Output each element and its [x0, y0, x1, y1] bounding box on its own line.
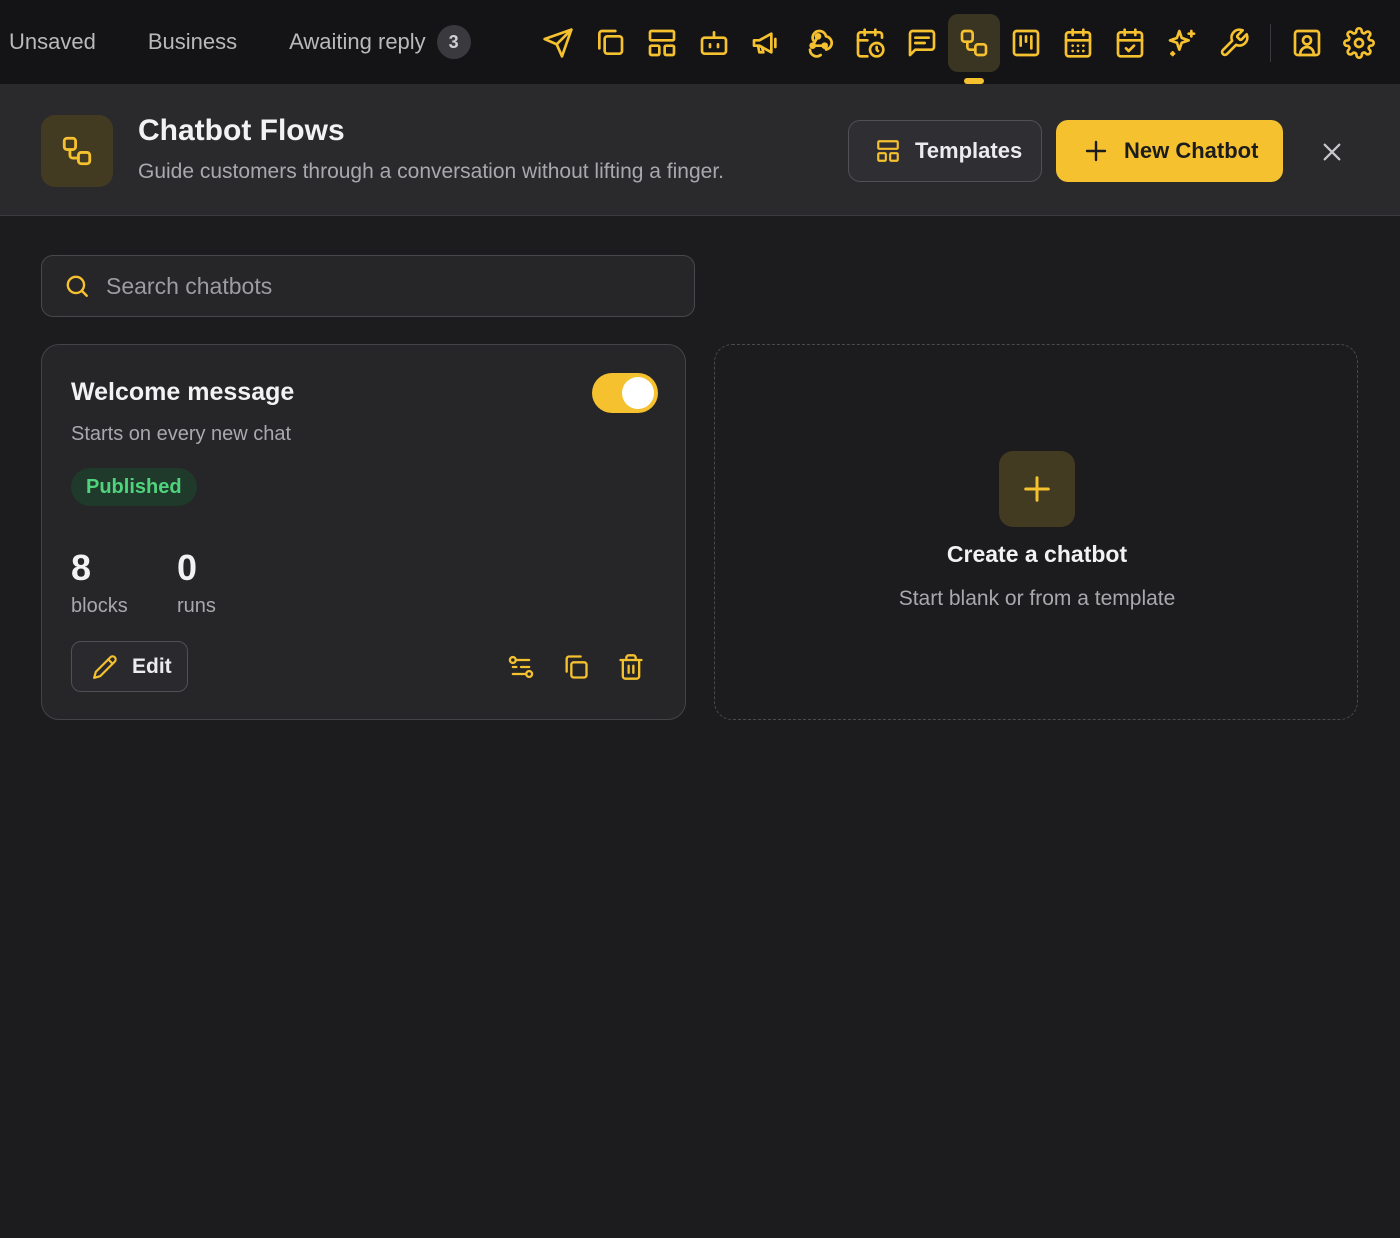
filter-tabs: Unsaved Business Awaiting reply 3 — [0, 0, 523, 84]
blocks-count: 8 — [71, 547, 92, 588]
create-chatbot-subtitle: Start blank or from a template — [898, 587, 1176, 610]
chatbot-title: Welcome message — [71, 378, 295, 406]
settings-tool-button[interactable] — [1333, 14, 1385, 72]
templates-button-label: Templates — [915, 138, 1023, 163]
runs-label: runs — [177, 595, 216, 617]
close-icon — [1323, 143, 1341, 161]
create-chatbot-card[interactable]: Create a chatbot Start blank or from a t… — [714, 344, 1358, 720]
copy-icon — [565, 655, 588, 679]
search-input[interactable] — [106, 272, 666, 300]
duplicate-button[interactable] — [559, 650, 593, 684]
webhook-icon — [808, 29, 833, 58]
edit-button-label: Edit — [132, 654, 172, 678]
page-subtitle: Guide customers through a conversation w… — [138, 160, 724, 183]
close-button[interactable] — [1316, 136, 1348, 168]
tools-tool-button[interactable] — [1208, 14, 1260, 72]
sparkles-icon — [1168, 29, 1196, 57]
tasks-tool-button[interactable] — [1104, 14, 1156, 72]
chatbot-card: Welcome message Starts on every new chat… — [41, 344, 686, 720]
tool-bar — [532, 14, 1385, 84]
schedule-tool-button[interactable] — [844, 14, 896, 72]
templates-button[interactable]: Templates — [848, 120, 1042, 182]
calendar-check-icon — [1116, 28, 1144, 58]
filter-tab-business[interactable]: Business — [148, 29, 237, 55]
calendar-clock-icon — [856, 28, 885, 58]
page-icon — [41, 115, 113, 187]
plus-icon — [1024, 476, 1050, 502]
send-tool-button[interactable] — [532, 14, 584, 72]
awaiting-reply-count-badge: 3 — [436, 25, 471, 59]
search-icon — [66, 275, 88, 297]
calendar-grid-icon — [1064, 28, 1092, 58]
create-chatbot-title: Create a chatbot — [946, 541, 1128, 567]
layout-icon — [877, 140, 899, 162]
blocks-label: blocks — [71, 595, 128, 617]
chatbot-enabled-toggle[interactable] — [592, 373, 658, 413]
ai-tool-button[interactable] — [1156, 14, 1208, 72]
kanban-tool-button[interactable] — [1000, 14, 1052, 72]
chatbot-description: Starts on every new chat — [71, 423, 292, 445]
create-plus-button[interactable] — [999, 451, 1075, 527]
webhook-tool-button[interactable] — [792, 14, 844, 72]
calendar-tool-button[interactable] — [1052, 14, 1104, 72]
delete-button[interactable] — [614, 650, 648, 684]
blocks-stat: 8 blocks — [71, 547, 128, 618]
pencil-icon — [93, 654, 117, 679]
contact-icon — [1293, 29, 1321, 57]
broadcast-tool-button[interactable] — [740, 14, 792, 72]
filter-tab-unsaved[interactable]: Unsaved — [9, 29, 96, 55]
trash-icon — [619, 654, 643, 680]
runs-count: 0 — [177, 547, 198, 588]
chatbot-flows-tool-button[interactable] — [948, 14, 1000, 84]
route-icon — [508, 655, 534, 679]
page-header: Chatbot Flows Guide customers through a … — [0, 84, 1400, 216]
messages-tool-button[interactable] — [896, 14, 948, 72]
status-badge: Published — [71, 468, 197, 506]
edit-button[interactable]: Edit — [71, 641, 188, 692]
bot-icon — [700, 31, 728, 55]
search-box — [41, 255, 695, 317]
new-chatbot-button[interactable]: New Chatbot — [1056, 120, 1283, 182]
top-bar: Unsaved Business Awaiting reply 3 — [0, 0, 1400, 84]
page-title: Chatbot Flows — [138, 114, 345, 147]
filter-tab-awaiting-reply[interactable]: Awaiting reply 3 — [289, 25, 471, 59]
copy-tool-button[interactable] — [584, 14, 636, 72]
bot-tool-button[interactable] — [688, 14, 740, 72]
new-chatbot-button-label: New Chatbot — [1124, 138, 1259, 163]
workflow-icon — [960, 29, 988, 57]
workflow-icon — [62, 136, 92, 166]
message-icon — [908, 29, 936, 57]
filter-tab-label: Unsaved — [9, 29, 96, 54]
filter-tab-label: Business — [147, 29, 238, 54]
toggle-knob — [622, 377, 654, 409]
settings-icon — [1343, 27, 1375, 59]
kanban-icon — [1012, 29, 1040, 57]
filter-tab-label: Awaiting reply — [289, 29, 426, 54]
wrench-icon — [1220, 28, 1249, 57]
megaphone-icon — [752, 32, 777, 54]
send-icon — [543, 28, 573, 58]
layout-icon — [648, 29, 676, 57]
layout-tool-button[interactable] — [636, 14, 688, 72]
copy-icon — [598, 29, 624, 55]
toolbar-divider — [1270, 24, 1271, 62]
runs-stat: 0 runs — [177, 547, 216, 618]
plus-icon — [1085, 140, 1107, 162]
contacts-tool-button[interactable] — [1281, 14, 1333, 72]
flow-settings-button[interactable] — [504, 650, 538, 684]
